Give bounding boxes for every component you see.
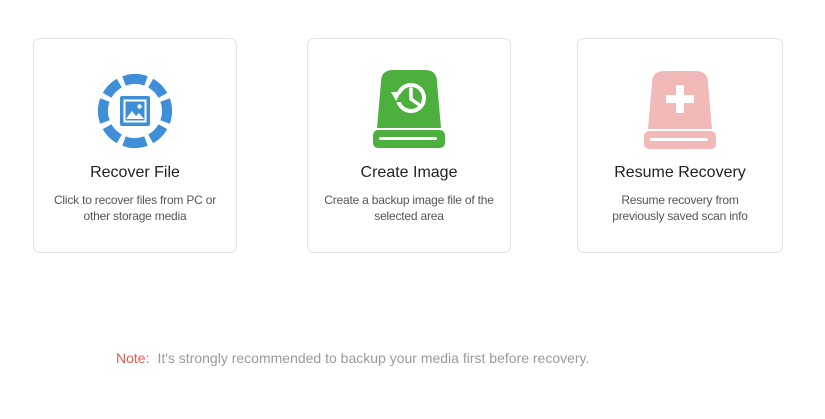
recover-file-icon: [98, 74, 172, 148]
resume-recovery-card[interactable]: Resume Recovery Resume recovery from pre…: [577, 38, 783, 253]
recover-file-desc-line-2: other storage media: [83, 209, 187, 223]
resume-recovery-title: Resume Recovery: [614, 164, 746, 181]
resume-recovery-desc-line-2: previously saved scan info: [612, 209, 748, 223]
create-image-description: Create a backup image file of the select…: [312, 192, 506, 224]
resume-recovery-icon: [644, 71, 716, 149]
create-image-icon: [373, 70, 445, 148]
recover-file-card[interactable]: Recover File Click to recover files from…: [33, 38, 237, 253]
resume-recovery-description: Resume recovery from previously saved sc…: [582, 192, 778, 224]
backup-note: Note: It's strongly recommended to backup…: [116, 350, 589, 366]
create-image-desc-line-1: Create a backup image file of the: [324, 193, 494, 207]
recover-file-desc-line-1: Click to recover files from PC or: [53, 193, 217, 207]
note-label: Note:: [116, 350, 150, 366]
create-image-title: Create Image: [360, 164, 458, 181]
recovery-home: Recover File Click to recover files from…: [0, 0, 825, 419]
note-text: It's strongly recommended to backup your…: [157, 350, 590, 366]
create-image-card[interactable]: Create Image Create a backup image file …: [307, 38, 511, 253]
recover-file-description: Click to recover files from PC or other …: [38, 192, 232, 224]
create-image-desc-line-2: selected area: [374, 209, 444, 223]
recover-file-title: Recover File: [90, 164, 180, 181]
resume-recovery-desc-line-1: Resume recovery from: [621, 193, 739, 207]
